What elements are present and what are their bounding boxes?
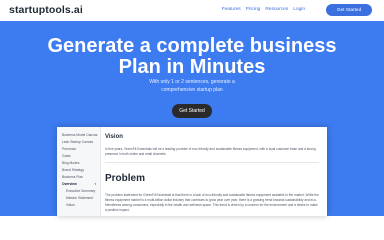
sidebar-item-personas[interactable]: Personas bbox=[57, 146, 100, 153]
hero-get-started-button[interactable]: Get Started bbox=[172, 104, 212, 118]
sidebar-item-goals[interactable]: Goals bbox=[57, 153, 100, 160]
header-get-started-button[interactable]: Get Started bbox=[325, 3, 373, 17]
sidebar-item-overview[interactable]: Overview ▾ bbox=[57, 181, 100, 188]
nav-pricing-link[interactable]: Pricing bbox=[246, 7, 261, 12]
product-preview-card: Business Model Canvas Lean Startup Canva… bbox=[57, 127, 327, 216]
sidebar-item-business-model-canvas[interactable]: Business Model Canvas bbox=[57, 132, 100, 139]
nav-login-link[interactable]: Login bbox=[293, 7, 305, 12]
vision-paragraph: In five years, GreenFit Essentials will … bbox=[105, 147, 316, 156]
sidebar-item-overview-label: Overview bbox=[62, 182, 77, 186]
sidebar-item-executive-summary[interactable]: Executive Summary bbox=[57, 188, 100, 195]
sidebar-item-business-plan[interactable]: Business Plan bbox=[57, 174, 100, 181]
nav-features-link[interactable]: Features bbox=[222, 7, 241, 12]
preview-content: Vision In five years, GreenFit Essential… bbox=[105, 127, 321, 216]
hero-title-line1: Generate a complete business bbox=[47, 35, 337, 57]
main-nav: Features Pricing Resources Login bbox=[222, 7, 305, 12]
brand-logo[interactable]: startuptools.ai bbox=[9, 4, 83, 16]
sidebar-item-blog-modes[interactable]: Blog Modes bbox=[57, 160, 100, 167]
hero-title: Generate a complete business Plan in Min… bbox=[0, 36, 384, 78]
sidebar-item-brand-strategy[interactable]: Brand Strategy bbox=[57, 167, 100, 174]
sidebar-item-lean-startup-canvas[interactable]: Lean Startup Canvas bbox=[57, 139, 100, 146]
sidebar-item-vision[interactable]: Vision bbox=[57, 202, 100, 209]
sidebar-item-mission-statement[interactable]: Mission Statement bbox=[57, 195, 100, 202]
top-header: startuptools.ai Features Pricing Resourc… bbox=[0, 0, 384, 21]
nav-resources-link[interactable]: Resources bbox=[265, 7, 288, 12]
problem-paragraph: The problem statement for GreenFit Essen… bbox=[105, 193, 319, 212]
preview-sidebar: Business Model Canvas Lean Startup Canva… bbox=[57, 127, 101, 216]
problem-heading: Problem bbox=[105, 173, 146, 184]
hero-title-line2: Plan in Minutes bbox=[118, 56, 266, 78]
chevron-down-icon: ▾ bbox=[94, 182, 97, 186]
vision-heading: Vision bbox=[105, 134, 123, 140]
section-divider bbox=[105, 162, 319, 163]
hero-subtitle: With only 1 or 2 sentences, generate a c… bbox=[149, 79, 235, 93]
